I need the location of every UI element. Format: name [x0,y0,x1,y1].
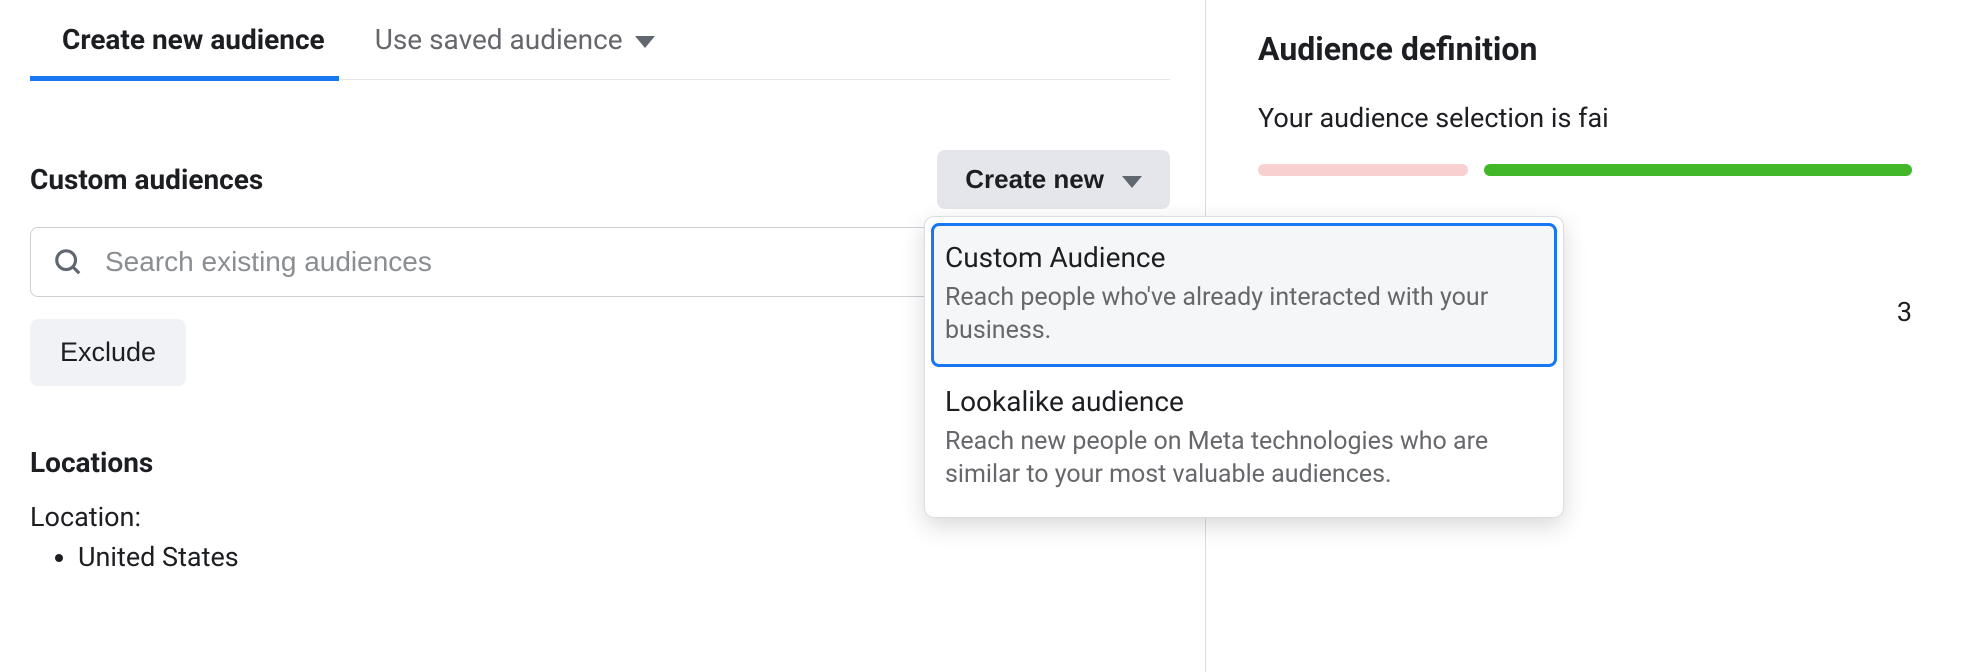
create-new-button[interactable]: Create new [937,150,1170,209]
search-icon [53,247,83,277]
tab-use-saved-audience[interactable]: Use saved audience [375,0,655,80]
tab-label: Create new audience [62,23,325,56]
menu-item-title: Lookalike audience [945,385,1543,418]
audience-definition-desc: Your audience selection is fai [1258,102,1912,134]
menu-item-lookalike-audience[interactable]: Lookalike audience Reach new people on M… [931,367,1557,511]
menu-item-title: Custom Audience [945,241,1543,274]
menu-item-desc: Reach new people on Meta technologies wh… [945,426,1543,491]
menu-item-desc: Reach people who've already interacted w… [945,282,1543,347]
exclude-label: Exclude [60,337,156,367]
gauge-segment-broad [1484,164,1912,176]
create-new-label: Create new [965,164,1104,195]
tab-create-new-audience[interactable]: Create new audience [62,0,325,80]
create-new-dropdown: Custom Audience Reach people who've alre… [924,216,1564,518]
list-item: United States [78,541,1170,573]
caret-down-icon [635,36,655,48]
custom-audiences-header: Custom audiences Create new [30,150,1170,209]
caret-down-icon [1122,176,1142,188]
tab-label: Use saved audience [375,23,623,56]
audience-definition-title: Audience definition [1258,30,1912,68]
tabs-row: Create new audience Use saved audience [30,0,1170,80]
audience-gauge [1258,164,1912,176]
menu-item-custom-audience[interactable]: Custom Audience Reach people who've alre… [931,223,1557,367]
exclude-button[interactable]: Exclude [30,319,186,386]
custom-audiences-title: Custom audiences [30,163,263,196]
gauge-segment-specific [1258,164,1468,176]
location-list: United States [30,541,1170,573]
